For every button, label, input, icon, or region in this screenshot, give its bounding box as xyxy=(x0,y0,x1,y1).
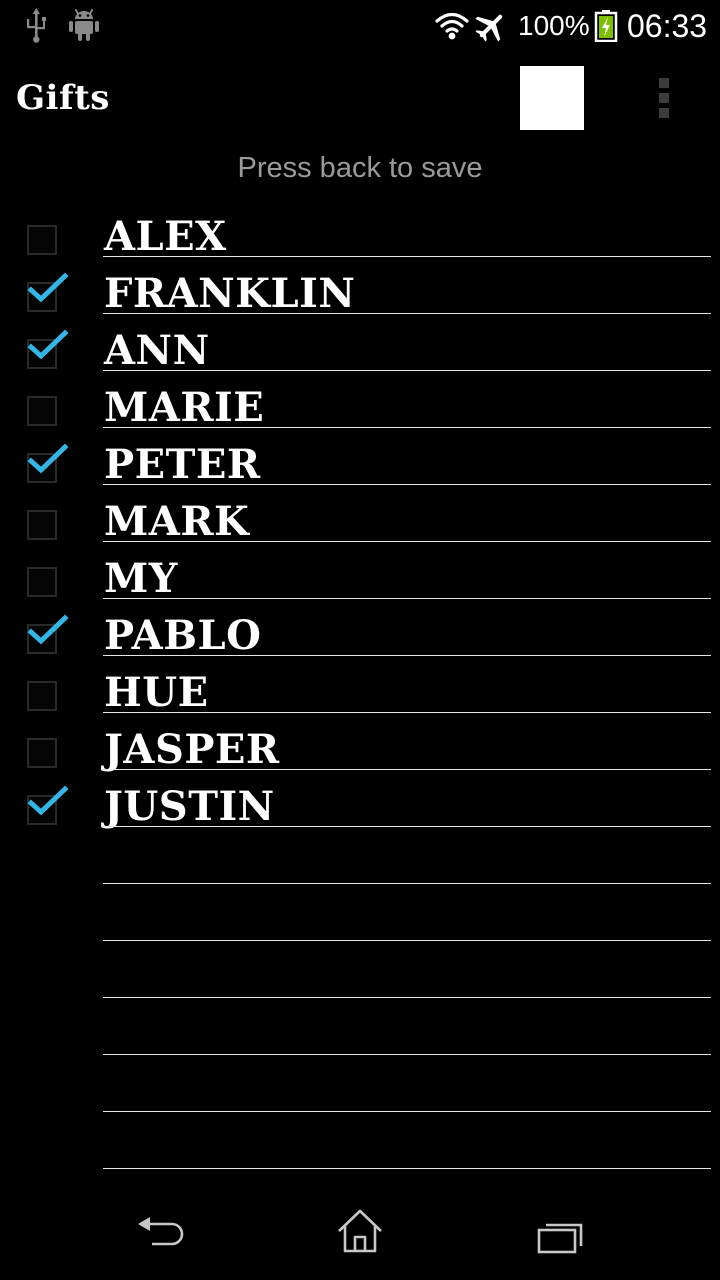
screen: 100% 06:33 Gifts Press back to save Alex… xyxy=(0,0,720,1280)
wifi-icon xyxy=(435,12,469,40)
checkbox[interactable] xyxy=(27,272,69,312)
checkmark-icon xyxy=(27,272,69,303)
list-item xyxy=(0,827,720,884)
gift-name[interactable]: Marie xyxy=(104,384,264,432)
list-item xyxy=(0,1055,720,1112)
list-item: Jasper xyxy=(0,713,720,773)
back-icon[interactable] xyxy=(134,1212,186,1254)
checkbox[interactable] xyxy=(27,443,69,483)
checkmark-icon xyxy=(27,785,69,816)
checkbox[interactable] xyxy=(27,329,69,369)
checkbox[interactable] xyxy=(27,681,57,711)
clock: 06:33 xyxy=(627,8,708,44)
action-button[interactable] xyxy=(520,66,584,130)
checkmark-icon xyxy=(27,443,69,474)
checkbox[interactable] xyxy=(27,567,57,597)
gift-name[interactable]: Mark xyxy=(104,498,249,546)
gift-name[interactable]: My xyxy=(104,555,178,603)
gift-name[interactable]: Peter xyxy=(104,441,261,489)
row-underline xyxy=(103,1168,711,1169)
recents-icon[interactable] xyxy=(536,1218,584,1254)
checkbox[interactable] xyxy=(27,396,57,426)
status-bar: 100% 06:33 xyxy=(0,0,720,50)
list-item xyxy=(0,884,720,941)
checkbox[interactable] xyxy=(27,614,69,654)
list-item: Pablo xyxy=(0,599,720,659)
list-item: Franklin xyxy=(0,257,720,317)
gift-name[interactable]: Pablo xyxy=(104,612,261,660)
usb-icon xyxy=(27,8,46,43)
list-item: Marie xyxy=(0,371,720,431)
navigation-bar xyxy=(0,1190,720,1280)
list-item: Peter xyxy=(0,428,720,488)
gift-name[interactable]: Ann xyxy=(104,327,210,375)
home-icon[interactable] xyxy=(336,1208,384,1254)
checkbox[interactable] xyxy=(27,510,57,540)
save-hint: Press back to save xyxy=(237,152,483,184)
battery-charging-icon xyxy=(594,10,618,42)
list-item: Mark xyxy=(0,485,720,545)
airplane-icon xyxy=(475,14,503,42)
action-bar: Gifts xyxy=(0,50,720,150)
android-icon xyxy=(69,8,99,41)
list-item: Hue xyxy=(0,656,720,716)
list-item: Justin xyxy=(0,770,720,830)
gift-name[interactable]: Alex xyxy=(104,213,227,261)
gift-name[interactable]: Hue xyxy=(104,669,209,717)
gift-name[interactable]: Jasper xyxy=(104,726,280,774)
checkmark-icon xyxy=(27,614,69,645)
list-item xyxy=(0,941,720,998)
gift-name[interactable]: Justin xyxy=(104,783,275,831)
gift-name[interactable]: Franklin xyxy=(104,270,355,318)
list-item: My xyxy=(0,542,720,602)
checkbox[interactable] xyxy=(27,785,69,825)
list-item: Alex xyxy=(0,200,720,260)
gift-list: Alex Franklin Ann Marie Peter Mark My Pablo Hue J… xyxy=(0,200,720,1169)
checkbox[interactable] xyxy=(27,738,57,768)
app-title: Gifts xyxy=(16,78,110,118)
battery-percent: 100% xyxy=(518,10,590,41)
overflow-menu-icon[interactable] xyxy=(648,74,680,122)
list-item xyxy=(0,1112,720,1169)
checkmark-icon xyxy=(27,329,69,360)
list-item: Ann xyxy=(0,314,720,374)
list-item xyxy=(0,998,720,1055)
checkbox[interactable] xyxy=(27,225,57,255)
